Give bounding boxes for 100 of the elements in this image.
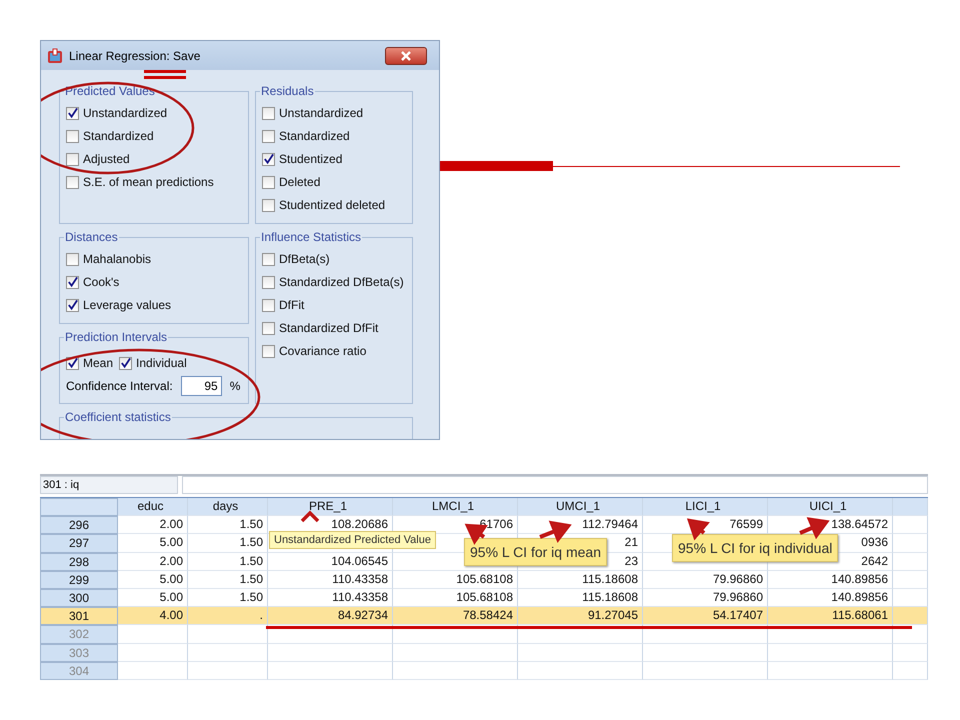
checkbox[interactable]: [66, 298, 79, 312]
checkbox[interactable]: [66, 130, 79, 142]
input-field[interactable]: 95: [180, 376, 222, 396]
checkbox[interactable]: [66, 176, 79, 188]
checkbox-option[interactable]: Unstandardized: [66, 106, 242, 120]
checkbox-option[interactable]: Adjusted: [66, 152, 242, 166]
checkbox-option[interactable]: Standardized: [66, 129, 242, 143]
checkbox-option[interactable]: Standardized: [262, 129, 406, 143]
close-button[interactable]: [385, 46, 427, 64]
table-cell: 110.43358: [268, 588, 393, 608]
checkbox-option[interactable]: DfBeta(s): [262, 252, 406, 266]
table-cell: 5.00: [118, 570, 188, 589]
checkbox-option[interactable]: Mean: [66, 356, 114, 370]
table-cell: 84.92734: [268, 607, 393, 626]
checkbox-option[interactable]: DfFit: [262, 298, 406, 312]
checkbox-option[interactable]: Unstandardized: [262, 106, 406, 120]
table-cell: [893, 516, 928, 534]
column-header[interactable]: LMCI_1: [393, 498, 518, 516]
column-header[interactable]: PRE_1: [268, 498, 393, 516]
table-cell: 140.89856: [768, 588, 893, 608]
column-header[interactable]: UICI_1: [768, 498, 893, 516]
checkbox[interactable]: [262, 276, 275, 288]
table-cell: 5.00: [118, 534, 188, 553]
checkbox[interactable]: [262, 198, 275, 212]
checkbox[interactable]: [262, 106, 275, 120]
callout: Unstandardized Predicted Value: [269, 531, 436, 549]
row-number[interactable]: 297: [40, 534, 118, 553]
table-cell: 105.68108: [393, 588, 518, 608]
checkbox-option[interactable]: Individual: [119, 356, 187, 370]
table-cell: [893, 644, 928, 662]
table-cell: 1.50: [188, 570, 268, 589]
table-cell: 140.89856: [768, 570, 893, 589]
table-cell: 115.18608: [518, 588, 643, 608]
row-number[interactable]: 296: [40, 516, 118, 534]
table-cell: [893, 625, 928, 644]
group-title: Coefficient statistics: [64, 410, 172, 424]
checkbox[interactable]: [66, 276, 79, 288]
checkbox[interactable]: [119, 356, 132, 370]
checkbox[interactable]: [262, 176, 275, 188]
table-cell: 79.96860: [643, 588, 768, 608]
group-title: Predicted Values: [64, 84, 156, 98]
table-cell: [893, 662, 928, 680]
row-number[interactable]: 301: [40, 607, 118, 626]
checkbox-option[interactable]: Cook's: [66, 275, 242, 289]
checkbox[interactable]: [262, 298, 275, 312]
table-cell: 115.18608: [518, 570, 643, 589]
checkbox-option[interactable]: Studentized: [262, 152, 406, 166]
cell-reference: 301 : iq: [40, 476, 178, 494]
table-cell: 2.00: [118, 552, 188, 571]
row-number[interactable]: 300: [40, 588, 118, 608]
table-cell: 1.50: [188, 552, 268, 571]
table-cell: 5.00: [118, 588, 188, 608]
window-title: Linear Regression: Save: [69, 48, 202, 62]
arrow: [539, 520, 572, 544]
table-cell: 1.50: [188, 534, 268, 553]
table-cell: 1.50: [188, 516, 268, 534]
checkbox[interactable]: [66, 252, 79, 266]
row-number[interactable]: 299: [40, 570, 118, 589]
checkbox[interactable]: [262, 344, 275, 358]
checkbox-option[interactable]: Covariance ratio: [262, 344, 406, 358]
checkbox-option[interactable]: Standardized DfBeta(s): [262, 275, 406, 289]
table-cell: 4.00: [118, 607, 188, 626]
checkbox-option[interactable]: Deleted: [262, 175, 406, 189]
table-cell: [118, 625, 188, 644]
table-cell: .: [188, 607, 268, 626]
column-header[interactable]: LICI_1: [643, 498, 768, 516]
table-cell: 2.00: [118, 516, 188, 534]
group-title: Residuals: [260, 84, 315, 98]
column-header[interactable]: UMCI_1: [518, 498, 643, 516]
app-icon: [47, 48, 63, 64]
row-number[interactable]: 298: [40, 552, 118, 571]
table-cell: [893, 607, 928, 626]
group-title: Distances: [64, 230, 119, 244]
checkbox-option[interactable]: Standardized DfFit: [262, 321, 406, 335]
table-cell: [893, 534, 928, 553]
checkbox-option[interactable]: S.E. of mean predictions: [66, 175, 242, 189]
callout: 95% L CI for iq mean: [464, 538, 607, 566]
cell-editor[interactable]: [182, 476, 928, 494]
double-underline: [144, 70, 186, 79]
group-title: Prediction Intervals: [64, 330, 168, 344]
table-cell: 105.68108: [393, 570, 518, 589]
table-cell: [893, 588, 928, 608]
checkbox[interactable]: [262, 322, 275, 334]
table-cell: 54.17407: [643, 607, 768, 626]
checkbox[interactable]: [262, 252, 275, 266]
checkbox[interactable]: [262, 152, 275, 166]
table-cell: [893, 552, 928, 571]
checkbox[interactable]: [262, 130, 275, 142]
arrow: [686, 518, 710, 541]
checkbox[interactable]: [66, 106, 79, 120]
table-cell: 91.27045: [518, 607, 643, 626]
checkbox[interactable]: [66, 152, 79, 166]
checkbox-option[interactable]: Studentized deleted: [262, 198, 406, 212]
field-label: Confidence Interval:: [66, 379, 173, 393]
table-cell: 112.79464: [518, 516, 643, 534]
checkbox-option[interactable]: Leverage values: [66, 298, 242, 312]
arrow: [799, 517, 830, 540]
checkbox-option[interactable]: Mahalanobis: [66, 252, 242, 266]
column-header[interactable]: educ: [118, 498, 188, 516]
column-header[interactable]: days: [188, 498, 268, 516]
